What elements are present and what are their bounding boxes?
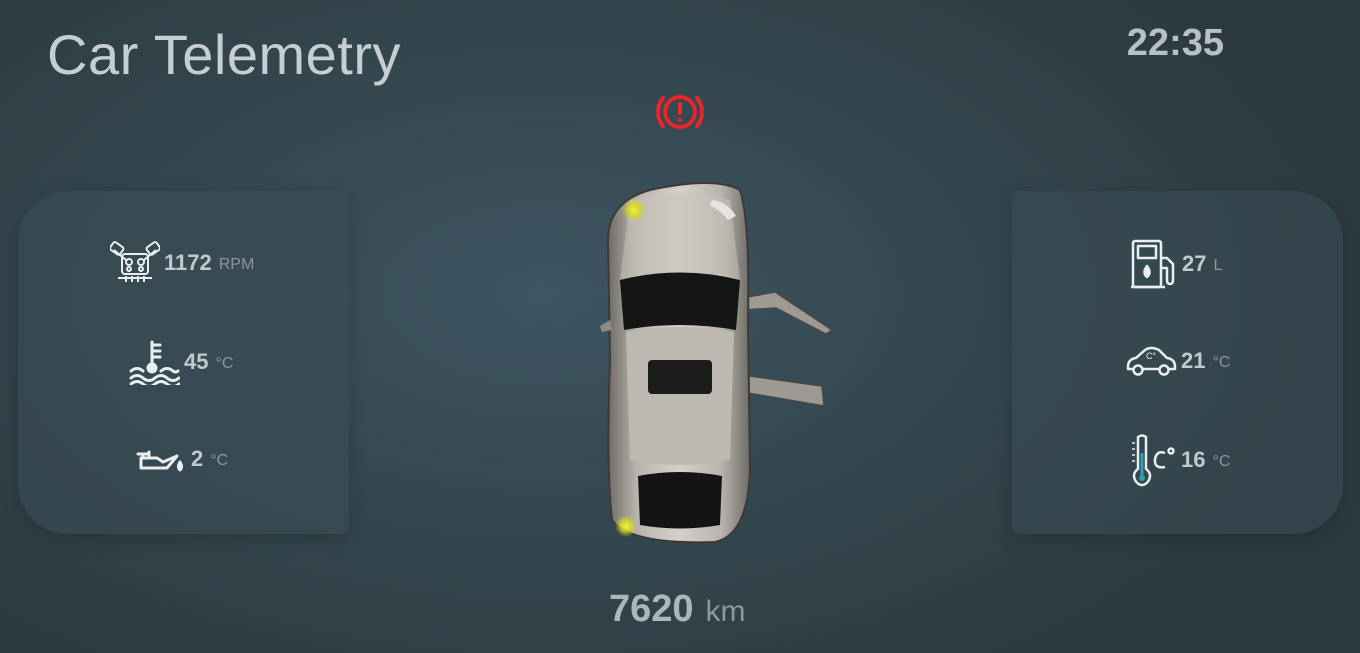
cabin-temp-unit: °C xyxy=(1212,354,1231,371)
coolant-readout: 45 °C xyxy=(128,339,233,385)
svg-text:C°: C° xyxy=(1146,351,1156,361)
oil-unit: °C xyxy=(210,452,229,469)
cabin-temp-readout: C° 21 °C xyxy=(1125,343,1230,379)
indicator-rear-left xyxy=(615,515,637,537)
fuel-value: 27 xyxy=(1182,251,1207,276)
fuel-unit: L xyxy=(1213,257,1223,274)
oil-can-icon xyxy=(136,450,183,472)
open-door-front-right xyxy=(741,291,834,335)
thermometer-icon xyxy=(1132,434,1175,487)
cabin-temp-value: 21 xyxy=(1181,348,1206,373)
outside-temp-value: 16 xyxy=(1181,447,1206,472)
fuel-readout: 27 L xyxy=(1130,238,1222,290)
environment-stats-panel: 27 L C° 21 °C 16 °C xyxy=(1012,191,1343,534)
odometer-unit: km xyxy=(705,595,746,628)
coolant-temperature-icon xyxy=(129,340,180,385)
outside-temp-unit: °C xyxy=(1212,453,1231,470)
rpm-readout: 1172 RPM xyxy=(110,240,254,286)
coolant-value: 45 xyxy=(184,349,209,374)
clock: 22:35 xyxy=(1126,22,1224,64)
rpm-unit: RPM xyxy=(218,256,255,273)
fuel-pump-icon xyxy=(1131,239,1175,289)
indicator-front-left xyxy=(622,198,646,222)
odometer: 7620 km xyxy=(609,588,746,631)
oil-value: 2 xyxy=(191,446,204,471)
engine-stats-panel: 1172 RPM 45 °C 2 °C xyxy=(18,191,349,534)
brake-warning-icon xyxy=(655,95,705,129)
oil-readout: 2 °C xyxy=(135,444,228,474)
engine-icon xyxy=(110,241,160,282)
coolant-unit: °C xyxy=(215,355,234,372)
rpm-value: 1172 xyxy=(164,250,212,275)
open-door-rear-right xyxy=(741,374,825,407)
outside-temp-readout: 16 °C xyxy=(1129,433,1230,487)
car-top-view xyxy=(600,182,834,544)
car-temperature-icon: C° xyxy=(1126,346,1177,376)
page-title: Car Telemetry xyxy=(47,23,402,86)
odometer-value: 7620 xyxy=(609,588,694,630)
